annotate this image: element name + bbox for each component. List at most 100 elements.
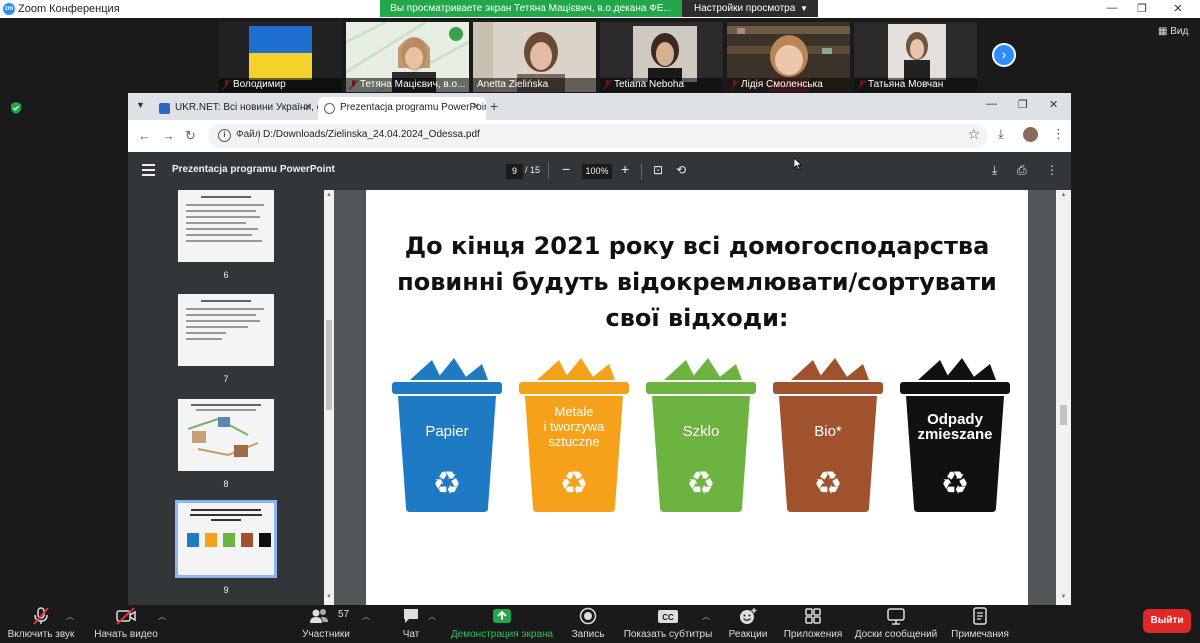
- scroll-up-icon[interactable]: ▲: [324, 192, 334, 198]
- tab-search-icon[interactable]: ▼: [136, 100, 145, 110]
- participant-tile[interactable]: Лідія Смоленська: [727, 22, 850, 92]
- recycle-icon: ♻: [687, 464, 716, 502]
- bin-label: i tworzywa: [544, 419, 605, 434]
- more-vert-icon[interactable]: ⋮: [1052, 126, 1065, 142]
- bin-label: Metale: [554, 404, 593, 419]
- close-tab-icon[interactable]: ✕: [472, 97, 480, 119]
- print-icon[interactable]: ⎙: [1017, 163, 1027, 178]
- sidebar-scrollbar[interactable]: ▲ ▼: [324, 190, 334, 605]
- participant-tile[interactable]: Володимир: [219, 22, 342, 92]
- reactions-label: Реакции: [728, 629, 768, 640]
- captions-button[interactable]: CC Показать субтитры: [622, 605, 714, 643]
- browser-toolbar: ← → ↻ i Файл D:/Downloads/Zielinska_24.0…: [128, 120, 1071, 152]
- emoji-icon: [740, 608, 757, 624]
- page-thumbnail[interactable]: [178, 190, 274, 262]
- chat-button[interactable]: Чат: [393, 605, 429, 643]
- leave-button[interactable]: Выйти: [1143, 609, 1191, 633]
- download-icon[interactable]: ⤓: [998, 126, 1004, 142]
- profile-avatar[interactable]: [1023, 127, 1038, 142]
- page-number-input[interactable]: 9: [506, 164, 523, 179]
- record-button[interactable]: Запись: [566, 605, 610, 643]
- chevron-right-icon: ›: [1001, 46, 1007, 62]
- start-video-label: Начать видео: [94, 629, 158, 640]
- page-scrollbar[interactable]: ▲ ▼: [1056, 190, 1071, 605]
- chevron-up-icon[interactable]: ︿: [428, 611, 436, 622]
- zoom-titlebar: zm Zoom Конференция Вы просматриваете эк…: [0, 0, 1200, 18]
- whiteboards-button[interactable]: Доски сообщений: [852, 605, 940, 643]
- thumbnail-page-number: 9: [223, 585, 229, 595]
- rotate-icon[interactable]: ⟲: [676, 163, 686, 177]
- notes-icon: [973, 607, 987, 625]
- view-button[interactable]: ▦ Вид: [1158, 26, 1188, 37]
- recycle-icon: ♻: [941, 464, 970, 502]
- diagram-thumbnail: [187, 417, 259, 457]
- zoom-input[interactable]: 100%: [582, 164, 612, 179]
- chevron-up-icon[interactable]: ︿: [66, 611, 74, 622]
- start-video-button[interactable]: Начать видео: [90, 605, 162, 643]
- ukrnet-favicon-icon: [159, 103, 170, 114]
- chevron-down-icon: ▼: [800, 4, 808, 13]
- zoom-logo-icon: zm: [3, 3, 15, 15]
- scroll-down-icon[interactable]: ▼: [1056, 594, 1071, 600]
- reload-icon[interactable]: ↻: [185, 128, 196, 144]
- participants-button[interactable]: 57 Участники: [298, 605, 354, 643]
- restore-icon[interactable]: ❐: [1018, 98, 1028, 111]
- zoom-out-icon[interactable]: −: [562, 161, 570, 177]
- close-icon[interactable]: ✕: [1049, 98, 1058, 111]
- download-icon[interactable]: ⤓: [992, 163, 997, 178]
- tab-ukrnet[interactable]: UKR.NET: Всі новини України, ос... ✕: [153, 97, 318, 120]
- fit-page-icon[interactable]: ⊡: [653, 163, 663, 177]
- participant-tile[interactable]: Тетяна Мацієвич, в.о...: [346, 22, 469, 92]
- bin-label: zmieszane: [917, 426, 992, 443]
- people-icon: [310, 609, 328, 623]
- participant-tile[interactable]: Tetiana Neboha: [600, 22, 723, 92]
- bin-label: Bio*: [814, 423, 842, 440]
- page-thumbnail-selected[interactable]: [175, 500, 277, 578]
- address-bar[interactable]: i Файл D:/Downloads/Zielinska_24.04.2024…: [208, 124, 988, 148]
- recycle-icon: ♻: [433, 464, 462, 502]
- forward-arrow-icon[interactable]: →: [162, 128, 175, 143]
- more-vert-icon[interactable]: ⋮: [1046, 163, 1058, 177]
- video-off-icon: [116, 607, 136, 625]
- menu-icon[interactable]: [142, 164, 155, 176]
- scrollbar-thumb[interactable]: [1060, 405, 1067, 425]
- close-tab-icon[interactable]: ✕: [304, 97, 312, 119]
- screen-share-banner: Вы просматриваете экран Тетяна Мацієвич,…: [380, 0, 682, 17]
- zoom-window: zm Zoom Конференция Вы просматриваете эк…: [0, 0, 1200, 643]
- bookmark-star-icon[interactable]: ☆: [967, 126, 980, 143]
- view-settings-button[interactable]: Настройки просмотра ▼: [682, 0, 818, 17]
- apps-button[interactable]: Приложения: [782, 605, 844, 643]
- chevron-up-icon[interactable]: ︿: [362, 611, 370, 622]
- participant-tile[interactable]: Anetta Zielińska: [473, 22, 596, 92]
- chevron-up-icon[interactable]: ︿: [158, 611, 166, 622]
- reactions-button[interactable]: Реакции: [724, 605, 772, 643]
- shield-icon[interactable]: [10, 102, 22, 114]
- chevron-up-icon[interactable]: ︿: [702, 611, 710, 622]
- page-thumbnail[interactable]: [178, 294, 274, 366]
- minimize-icon[interactable]: —: [1102, 2, 1122, 14]
- pdf-title: Prezentacja programu PowerPoint: [172, 164, 335, 175]
- minimize-icon[interactable]: —: [986, 98, 997, 110]
- waste-bin: Papier ♻: [392, 358, 502, 512]
- bins-thumbnail: [187, 533, 271, 547]
- share-screen-button[interactable]: Демонстрация экрана: [450, 605, 554, 643]
- tab-presentation[interactable]: Prezentacja programu PowerPoint ✕: [318, 97, 486, 120]
- notes-button[interactable]: Примечания: [948, 605, 1012, 643]
- slide-title: До кінця 2021 року всі домогосподарства …: [376, 228, 1018, 336]
- zoom-in-icon[interactable]: +: [621, 161, 629, 177]
- page-thumbnail[interactable]: [178, 399, 274, 471]
- participant-name: Anetta Zielińska: [473, 78, 596, 92]
- scroll-down-icon[interactable]: ▼: [324, 594, 334, 600]
- next-participants-button[interactable]: ›: [992, 43, 1016, 67]
- chat-icon: [404, 609, 418, 623]
- scrollbar-thumb[interactable]: [326, 320, 332, 410]
- url-text[interactable]: D:/Downloads/Zielinska_24.04.2024_Odessa…: [263, 129, 480, 140]
- scroll-up-icon[interactable]: ▲: [1056, 192, 1071, 198]
- new-tab-icon[interactable]: +: [490, 98, 498, 114]
- close-icon[interactable]: ✕: [1168, 2, 1188, 15]
- tab-label: Prezentacja programu PowerPoint: [340, 102, 486, 113]
- info-icon[interactable]: i: [218, 129, 231, 142]
- participant-tile[interactable]: Татьяна Мовчан: [854, 22, 977, 92]
- maximize-icon[interactable]: ❐: [1132, 2, 1152, 15]
- back-arrow-icon[interactable]: ←: [138, 128, 151, 143]
